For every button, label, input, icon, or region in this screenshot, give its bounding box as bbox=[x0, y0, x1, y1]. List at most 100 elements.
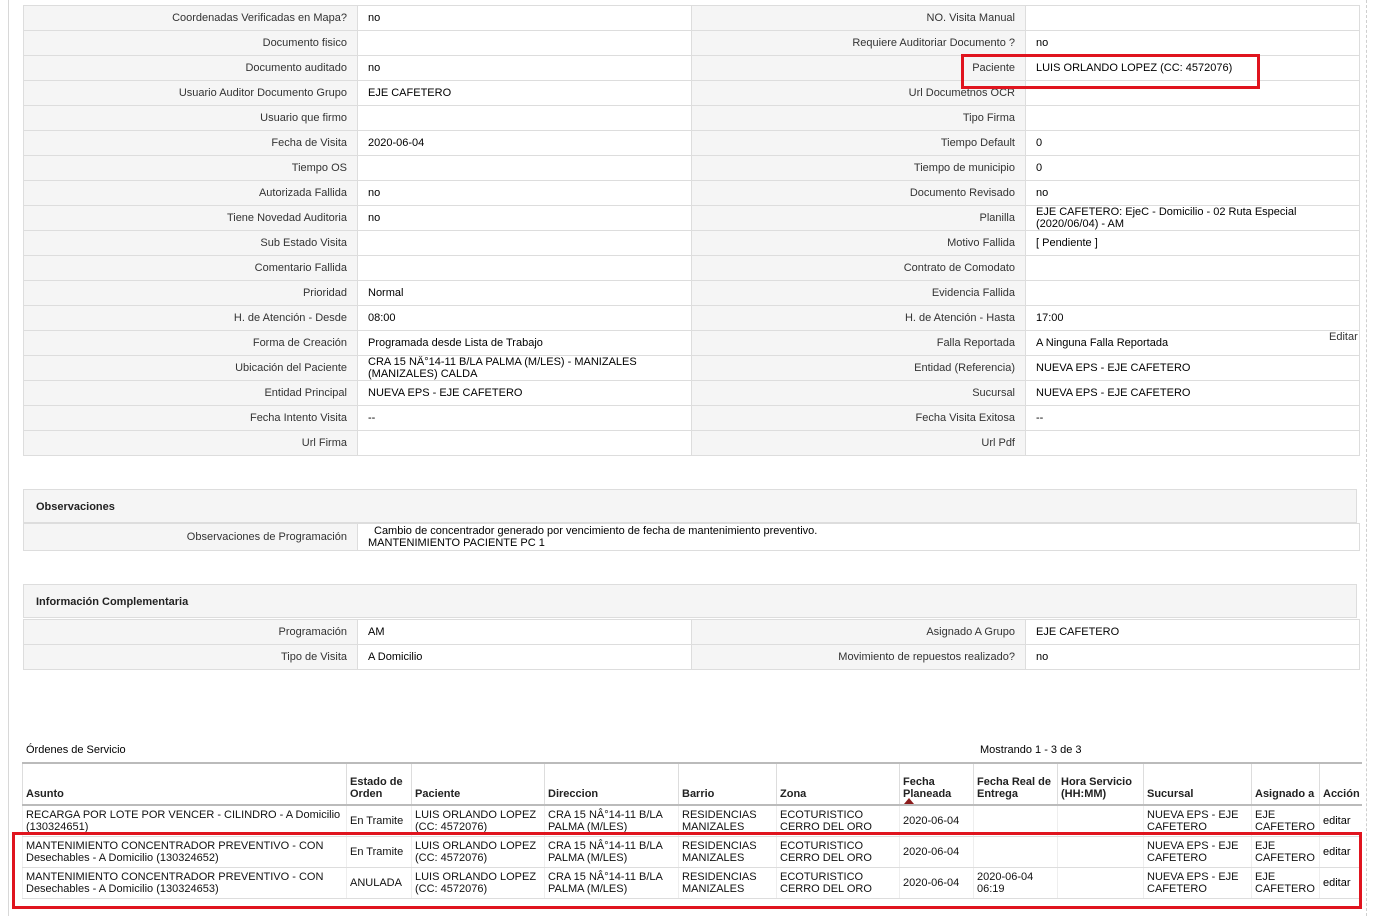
sub-estado-visita-value bbox=[357, 230, 692, 256]
complementaria-row: Programación AM Asignado A Grupo EJE CAFETE… bbox=[23, 619, 1360, 645]
page-right-border bbox=[1366, 0, 1367, 916]
usuario-que-firmo-value bbox=[357, 105, 692, 131]
sucursal-value: NUEVA EPS - EJE CAFETERO bbox=[1025, 380, 1360, 406]
cell-sucursal: NUEVA EPS - EJE CAFETERO bbox=[1143, 836, 1252, 868]
url-firma-label: Url Firma bbox=[23, 430, 358, 456]
cell-asunto: MANTENIMIENTO CONCENTRADOR PREVENTIVO - … bbox=[22, 836, 347, 868]
cell-paciente: LUIS ORLANDO LOPEZ (CC: 4572076) bbox=[411, 867, 545, 899]
column-header-label: Barrio bbox=[682, 788, 715, 800]
usuario-que-firmo-label: Usuario que firmo bbox=[23, 105, 358, 131]
cell-estado-de-orden: ANULADA bbox=[346, 867, 412, 899]
column-header-label: Sucursal bbox=[1147, 788, 1194, 800]
cell-direccion: CRA 15 NÂ°14-11 B/LA PALMA (M/LES) bbox=[544, 867, 679, 899]
orders-table: Asunto Estado de Orden Paciente Direccion Ba… bbox=[22, 762, 1362, 899]
fecha-visita-exitosa-label: Fecha Visita Exitosa bbox=[691, 405, 1026, 431]
movimiento-de-repuestos-realizado-label: Movimiento de repuestos realizado? bbox=[691, 644, 1026, 670]
detail-row: Url Firma Url Pdf bbox=[23, 430, 1360, 456]
column-header-asunto[interactable]: Asunto bbox=[22, 762, 347, 806]
cell-direccion: CRA 15 NÂ°14-11 B/LA PALMA (M/LES) bbox=[544, 836, 679, 868]
cell-zona: ECOTURISTICO CERRO DEL ORO bbox=[776, 805, 900, 837]
cell-asignado-a: EJE CAFETERO bbox=[1251, 805, 1320, 837]
fecha-intento-visita-label: Fecha Intento Visita bbox=[23, 405, 358, 431]
documento-fisico-label: Documento fisico bbox=[23, 30, 358, 56]
column-header-fecha-planeada[interactable]: Fecha Planeada bbox=[899, 762, 974, 806]
column-header-label: Fecha Planeada bbox=[903, 776, 952, 800]
observaciones-row: Observaciones de Programación Cambio de … bbox=[23, 523, 1360, 551]
entidad-referencia-label: Entidad (Referencia) bbox=[691, 355, 1026, 381]
detail-row: Coordenadas Verificadas en Mapa? no NO. Vi… bbox=[23, 5, 1360, 31]
sort-ascending-icon[interactable] bbox=[904, 798, 914, 804]
contrato-de-comodato-label: Contrato de Comodato bbox=[691, 255, 1026, 281]
column-header-hora-servicio-hh-mm[interactable]: Hora Servicio (HH:MM) bbox=[1057, 762, 1144, 806]
planilla-value: EJE CAFETERO: EjeC - Domicilio - 02 Ruta… bbox=[1025, 205, 1360, 231]
visit-detail-table: Coordenadas Verificadas en Mapa? no NO. Vi… bbox=[23, 5, 1360, 456]
tipo-de-visita-label: Tipo de Visita bbox=[23, 644, 358, 670]
cell-asignado-a: EJE CAFETERO bbox=[1251, 836, 1320, 868]
comentario-fallida-value bbox=[357, 255, 692, 281]
programacion-label: Programación bbox=[23, 619, 358, 645]
ubicacion-del-paciente-label: Ubicación del Paciente bbox=[23, 355, 358, 381]
detail-row: Forma de Creación Programada desde Lista … bbox=[23, 330, 1360, 356]
column-header-direccion[interactable]: Direccion bbox=[544, 762, 679, 806]
asignado-a-grupo-label: Asignado A Grupo bbox=[691, 619, 1026, 645]
column-header-barrio[interactable]: Barrio bbox=[678, 762, 777, 806]
column-header-estado-de-orden[interactable]: Estado de Orden bbox=[346, 762, 412, 806]
detail-row: Prioridad Normal Evidencia Fallida bbox=[23, 280, 1360, 306]
planilla-label: Planilla bbox=[691, 205, 1026, 231]
fecha-de-visita-value: 2020-06-04 bbox=[357, 130, 692, 156]
h-de-atencion-desde-label: H. de Atención - Desde bbox=[23, 305, 358, 331]
movimiento-de-repuestos-realizado-value: no bbox=[1025, 644, 1360, 670]
asignado-a-grupo-value: EJE CAFETERO bbox=[1025, 619, 1360, 645]
table-row: MANTENIMIENTO CONCENTRADOR PREVENTIVO - … bbox=[22, 836, 1362, 868]
usuario-auditor-documento-grupo-value: EJE CAFETERO bbox=[357, 80, 692, 106]
usuario-auditor-documento-grupo-label: Usuario Auditor Documento Grupo bbox=[23, 80, 358, 106]
url-firma-value bbox=[357, 430, 692, 456]
column-header-accion[interactable]: Acción bbox=[1319, 762, 1362, 806]
observaciones-header: Observaciones bbox=[23, 489, 1357, 523]
orders-header-row: Asunto Estado de Orden Paciente Direccion Ba… bbox=[22, 762, 1362, 806]
editar-link[interactable]: editar bbox=[1319, 805, 1362, 837]
column-header-fecha-real-de-entrega[interactable]: Fecha Real de Entrega bbox=[973, 762, 1058, 806]
cell-fecha-real-de-entrega bbox=[973, 836, 1058, 868]
fecha-de-visita-label: Fecha de Visita bbox=[23, 130, 358, 156]
editar-link[interactable]: Editar bbox=[1329, 331, 1358, 343]
column-header-label: Asunto bbox=[26, 788, 64, 800]
tiempo-os-label: Tiempo OS bbox=[23, 155, 358, 181]
detail-row: Documento auditado no Paciente LUIS ORLANDO… bbox=[23, 55, 1360, 81]
falla-reportada-label: Falla Reportada bbox=[691, 330, 1026, 356]
column-header-label: Estado de Orden bbox=[350, 776, 403, 800]
prioridad-value: Normal bbox=[357, 280, 692, 306]
detail-row: Tiene Novedad Auditoria no Planilla EJE CAF… bbox=[23, 205, 1360, 231]
h-de-atencion-hasta-label: H. de Atención - Hasta bbox=[691, 305, 1026, 331]
editar-link[interactable]: editar bbox=[1319, 836, 1362, 868]
column-header-asignado-a[interactable]: Asignado a bbox=[1251, 762, 1320, 806]
sucursal-label: Sucursal bbox=[691, 380, 1026, 406]
requiere-auditoriar-documento-label: Requiere Auditoriar Documento ? bbox=[691, 30, 1026, 56]
falla-reportada-value: A Ninguna Falla Reportada bbox=[1025, 330, 1360, 356]
editar-link[interactable]: editar bbox=[1319, 867, 1362, 899]
forma-de-creacion-label: Forma de Creación bbox=[23, 330, 358, 356]
url-pdf-value bbox=[1025, 430, 1360, 456]
detail-row: Tiempo OS Tiempo de municipio 0 bbox=[23, 155, 1360, 181]
cell-paciente: LUIS ORLANDO LOPEZ (CC: 4572076) bbox=[411, 805, 545, 837]
observaciones-table: Observaciones de Programación Cambio de … bbox=[23, 523, 1360, 551]
orders-count: Mostrando 1 - 3 de 3 bbox=[980, 744, 1082, 756]
motivo-fallida-value: [ Pendiente ] bbox=[1025, 230, 1360, 256]
page-left-border bbox=[8, 0, 9, 916]
column-header-label: Acción bbox=[1323, 788, 1360, 800]
column-header-sucursal[interactable]: Sucursal bbox=[1143, 762, 1252, 806]
cell-barrio: RESIDENCIAS MANIZALES bbox=[678, 805, 777, 837]
detail-row: Usuario Auditor Documento Grupo EJE CAFET… bbox=[23, 80, 1360, 106]
documento-auditado-value: no bbox=[357, 55, 692, 81]
observaciones-line-2: MANTENIMIENTO PACIENTE PC 1 bbox=[368, 537, 545, 549]
cell-fecha-planeada: 2020-06-04 bbox=[899, 867, 974, 899]
column-header-zona[interactable]: Zona bbox=[776, 762, 900, 806]
column-header-paciente[interactable]: Paciente bbox=[411, 762, 545, 806]
h-de-atencion-desde-value: 08:00 bbox=[357, 305, 692, 331]
url-documetnos-ocr-label: Url Documetnos OCR bbox=[691, 80, 1026, 106]
no-visita-manual-label: NO. Visita Manual bbox=[691, 5, 1026, 31]
table-row: RECARGA POR LOTE POR VENCER - CILINDRO -… bbox=[22, 805, 1362, 837]
motivo-fallida-label: Motivo Fallida bbox=[691, 230, 1026, 256]
tiempo-de-municipio-label: Tiempo de municipio bbox=[691, 155, 1026, 181]
cell-fecha-real-de-entrega: 2020-06-04 06:19 bbox=[973, 867, 1058, 899]
